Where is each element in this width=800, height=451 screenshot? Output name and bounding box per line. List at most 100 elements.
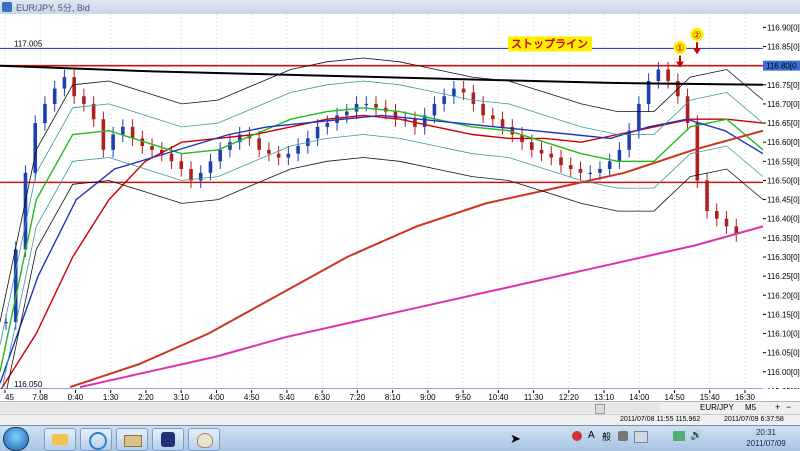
candle-body [559,157,563,166]
chart-plot-area[interactable]: 117.005 116.050 ストップライン ① ② [0,14,764,389]
tray-app-icon[interactable] [572,431,582,441]
candle-body [568,165,573,169]
candle-body [82,96,86,104]
candle-body [344,111,349,116]
candle-body [286,153,291,158]
candle-body [374,103,378,108]
candle-body [315,126,320,139]
candle-body [481,103,485,116]
candle-body [72,77,76,97]
price-tick-label: 116.35[0] [767,234,800,243]
tray-caps-icon[interactable] [634,431,648,443]
candle-body [442,96,446,104]
status-cursor-info: 2011/07/08 11:55 115.962 [620,416,701,423]
windows-taskbar: ➤ A 般 🔊 20:31 2011/07/09 [0,425,800,451]
clock-date: 2011/07/09 [746,439,786,448]
candle-body [500,119,505,127]
candle-body [208,161,213,173]
price-tick-label: 116.15[0] [767,310,800,319]
candle-body [607,161,612,169]
candle-body [130,126,135,139]
candle-body [91,103,96,120]
price-tick-label: 116.70[0] [767,100,800,109]
candle-body [705,180,709,212]
timeframe-select[interactable]: M5 [745,403,756,412]
price-tick-label: 116.65[0] [767,119,800,128]
candle-body [617,149,622,162]
scroll-track[interactable] [0,403,660,413]
price-tick-label: 116.25[0] [767,272,800,281]
candle-body [198,172,203,181]
candle-body [646,80,651,104]
indicator-line [0,114,763,389]
marker-number: ① [676,44,685,55]
candle-body [432,103,437,116]
marker-arrow-head [693,48,701,55]
tray-ime-icon[interactable]: 般 [602,430,611,443]
level-line-label: 117.005 [14,39,43,48]
candle-body [267,149,271,154]
explorer-taskbar-icon[interactable] [44,428,76,451]
candle-body [62,77,67,89]
status-server-time: 2011/07/09 6:37:58 [724,416,784,423]
candle-body [218,149,223,162]
candle-body [637,103,641,131]
candle-body [325,123,330,127]
candle-body [491,115,495,120]
candle-body [588,172,593,175]
price-tick-label: 116.30[0] [767,253,800,262]
price-tick-label: 116.05[0] [767,349,800,358]
price-tick-label: 116.55[0] [767,157,800,166]
tray-language-icon[interactable]: A [588,430,595,441]
clock[interactable]: 20:31 2011/07/09 [736,427,796,449]
marker-number: ② [693,30,702,41]
price-tick-label: 116.60[0] [767,138,800,147]
candle-body [43,103,47,124]
start-button[interactable] [3,427,29,451]
candle-body [23,172,28,250]
level-line-label: 116.050 [14,380,43,389]
tray-misc-icon[interactable] [618,431,628,441]
zoom-in-icon[interactable]: + [775,402,780,412]
price-tick-label: 116.00[0] [767,368,800,377]
candle-body [150,146,154,150]
internet-explorer-taskbar-icon[interactable] [80,428,112,451]
paint-taskbar-icon[interactable] [188,428,220,451]
indicator-line [69,129,763,389]
candle-body [179,161,184,169]
indicator-line [79,225,763,389]
mouse-cursor-icon: ➤ [510,431,521,446]
scroll-thumb[interactable] [595,404,605,414]
marker-arrow-head [676,61,684,68]
clock-time: 20:31 [755,428,777,437]
price-tick-label: 116.85[0] [767,43,800,52]
chart-window-icon [2,2,12,12]
candle-body [33,123,38,173]
window-title-bar: EUR/JPY, 5分, Bid [0,0,800,15]
symbol-select[interactable]: EUR/JPY [700,403,734,412]
candle-body [549,153,554,158]
candle-body [52,88,57,104]
price-tick-label: 116.20[0] [767,291,800,300]
folder-taskbar-icon[interactable] [116,428,148,451]
zoom-out-icon[interactable]: − [786,402,791,412]
candle-body [189,168,193,181]
window-title: EUR/JPY, 5分, Bid [16,3,90,13]
candle-body [578,168,583,173]
candle-body [296,146,300,154]
tray-network-icon[interactable] [673,431,685,441]
tray-volume-icon[interactable]: 🔊 [690,430,702,441]
price-tick-label: 116.40[0] [767,215,800,224]
candle-body [452,88,456,97]
price-tick-label: 116.50[0] [767,176,800,185]
trading-app-taskbar-icon[interactable] [152,428,184,451]
candle-body [529,142,534,150]
price-tick-label: 116.90[0] [767,23,800,32]
current-price-tag: 116.80[0 [766,62,797,71]
bollinger-inner-lower [1,134,763,389]
candle-body [121,126,125,135]
candle-body [111,134,115,150]
candle-body [471,92,476,104]
candle-body [666,69,670,81]
price-axis-labels: 116.90[0]116.85[0]116.80[0]116.75[0]116.… [763,23,800,396]
